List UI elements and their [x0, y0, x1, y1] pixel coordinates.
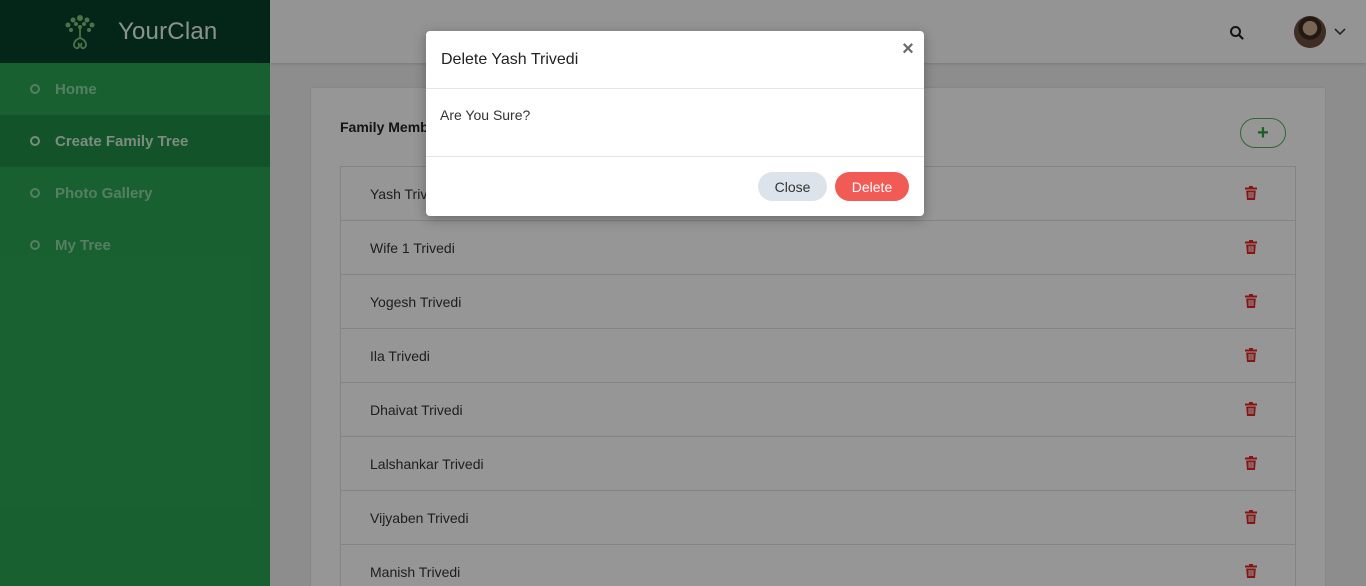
delete-confirm-modal: Delete Yash Trivedi × Are You Sure? Clos…: [426, 31, 924, 216]
close-button[interactable]: Close: [758, 172, 827, 201]
modal-title: Delete Yash Trivedi: [441, 50, 579, 68]
delete-button[interactable]: Delete: [835, 172, 909, 201]
modal-footer: Close Delete: [426, 157, 924, 215]
close-icon[interactable]: ×: [900, 39, 916, 59]
modal-header: Delete Yash Trivedi ×: [426, 31, 924, 89]
modal-body: Are You Sure?: [426, 89, 924, 157]
